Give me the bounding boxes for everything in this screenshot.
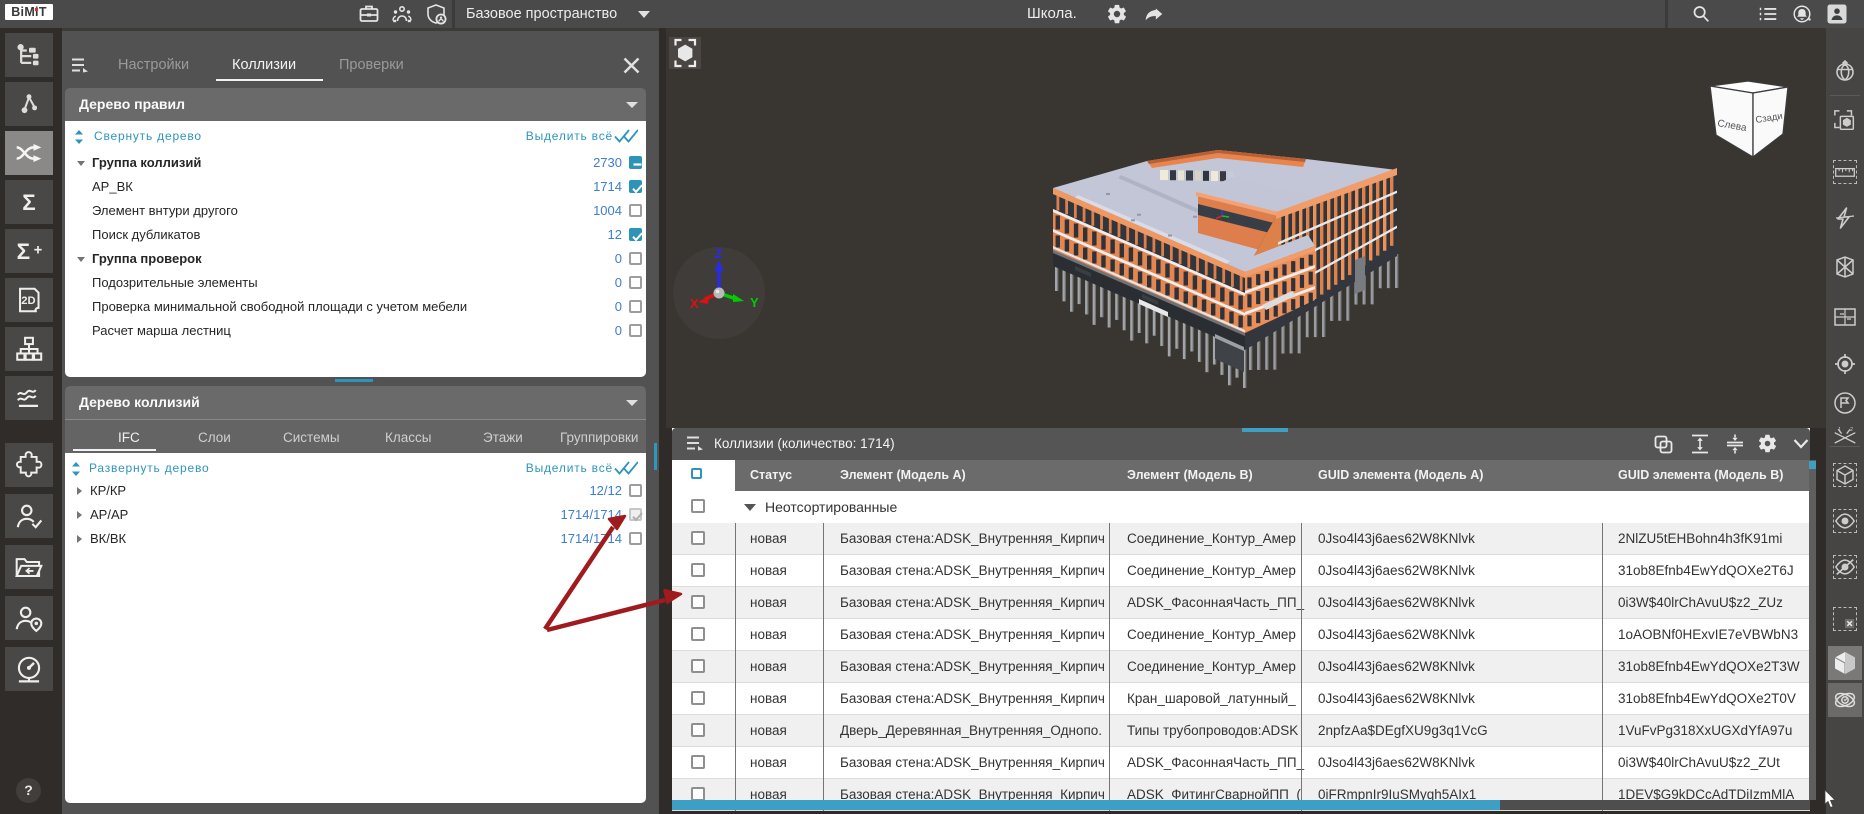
svg-text:+: + (34, 242, 43, 258)
svg-text:X: X (690, 296, 699, 311)
svg-text:Σ: Σ (17, 239, 30, 264)
svg-text:2D: 2D (21, 295, 35, 307)
svg-text:Σ: Σ (22, 190, 35, 215)
svg-text:2: 2 (1850, 427, 1853, 433)
svg-text:Z: Z (715, 246, 723, 261)
svg-text:Y: Y (750, 295, 759, 310)
svg-text:1: 1 (1838, 427, 1841, 433)
